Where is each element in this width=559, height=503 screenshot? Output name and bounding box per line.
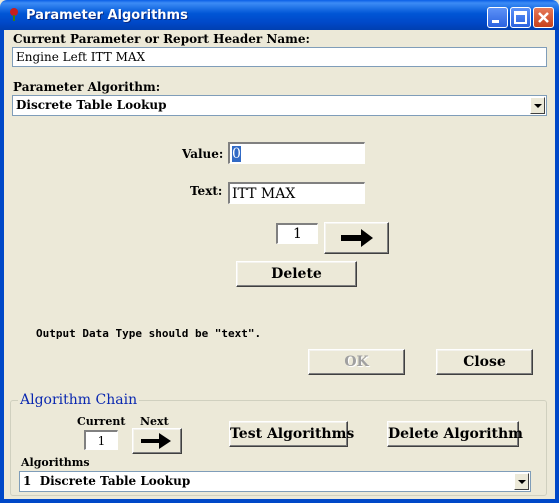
- value-label: Value:: [182, 147, 224, 161]
- chevron-down-icon[interactable]: [514, 473, 529, 490]
- test-algorithms-label: Test Algorithms: [230, 426, 355, 442]
- next-entry-button[interactable]: [324, 222, 389, 254]
- close-icon: [538, 12, 549, 23]
- output-type-note: Output Data Type should be "text".: [36, 327, 262, 340]
- algorithm-chain-title: Algorithm Chain: [18, 392, 140, 408]
- text-label: Text:: [190, 184, 223, 198]
- arrow-right-icon: [341, 229, 373, 247]
- algorithm-select[interactable]: Discrete Table Lookup: [12, 95, 547, 116]
- window-title: Parameter Algorithms: [26, 8, 188, 23]
- algorithm-label: Parameter Algorithm:: [13, 80, 161, 94]
- maximize-icon: [514, 11, 527, 24]
- ok-button[interactable]: OK: [308, 349, 405, 375]
- maximize-button[interactable]: [510, 7, 531, 28]
- header-name-label: Current Parameter or Report Header Name:: [13, 32, 310, 46]
- minimize-icon: [492, 20, 499, 23]
- current-algorithm-input[interactable]: 1: [84, 430, 118, 450]
- algorithm-selected-text: Discrete Table Lookup: [16, 98, 167, 112]
- value-input[interactable]: 0: [228, 142, 365, 164]
- close-window-button[interactable]: [533, 7, 554, 28]
- delete-button[interactable]: Delete: [236, 261, 357, 287]
- app-icon: [10, 8, 18, 21]
- algorithms-label: Algorithms: [21, 456, 90, 469]
- test-algorithms-button[interactable]: Test Algorithms: [229, 421, 354, 447]
- header-name-input[interactable]: Engine Left ITT MAX: [12, 47, 547, 67]
- delete-algorithm-button[interactable]: Delete Algorithm: [387, 421, 523, 447]
- close-button[interactable]: Close: [436, 349, 533, 375]
- text-input[interactable]: ITT MAX: [228, 182, 365, 204]
- algorithms-select[interactable]: 1 Discrete Table Lookup: [19, 471, 531, 492]
- current-label: Current: [77, 415, 126, 428]
- next-algorithm-button[interactable]: [132, 428, 182, 454]
- algorithms-selected-text: 1 Discrete Table Lookup: [23, 474, 191, 488]
- delete-algorithm-label: Delete Algorithm: [388, 426, 523, 442]
- value-input-text: 0: [232, 146, 241, 162]
- chevron-down-icon[interactable]: [530, 97, 545, 114]
- arrow-right-icon: [141, 433, 171, 449]
- index-input[interactable]: 1: [276, 223, 318, 244]
- minimize-button[interactable]: [487, 7, 508, 28]
- next-label: Next: [140, 415, 169, 428]
